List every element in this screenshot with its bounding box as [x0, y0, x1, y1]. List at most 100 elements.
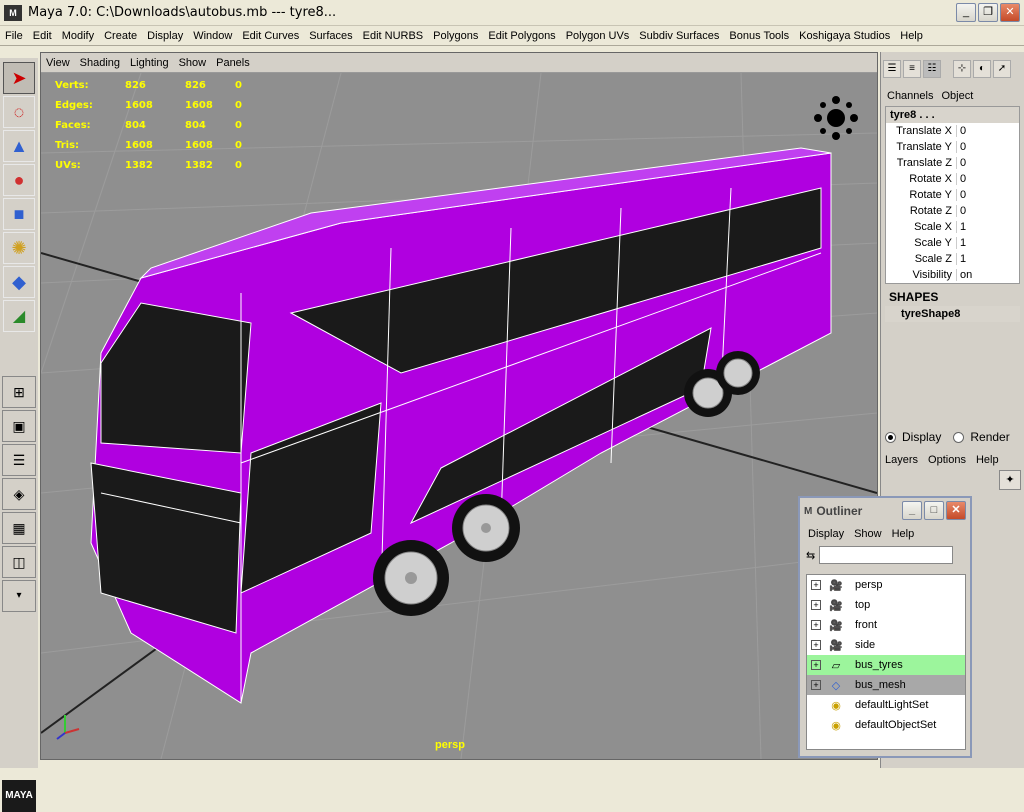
menu-help[interactable]: Help: [895, 30, 928, 42]
layout-hypershade-button[interactable]: ▦: [2, 512, 36, 544]
arrow-icon[interactable]: ➚: [993, 60, 1011, 78]
layout-graph-view-button[interactable]: ◈: [2, 478, 36, 510]
channel-row[interactable]: Translate Z 0: [886, 155, 1019, 171]
menu-modify[interactable]: Modify: [57, 30, 99, 42]
outliner-item[interactable]: + ◇ bus_mesh: [807, 675, 965, 695]
menu-edit-nurbs[interactable]: Edit NURBS: [358, 30, 429, 42]
maximize-button[interactable]: ❐: [978, 3, 998, 22]
scale-tool-button[interactable]: ✺: [3, 232, 35, 264]
outliner-minimize-button[interactable]: _: [902, 501, 922, 520]
expand-icon[interactable]: +: [811, 620, 821, 630]
outliner-maximize-button[interactable]: □: [924, 501, 944, 520]
channel-value[interactable]: 0: [956, 157, 1019, 169]
paint-select-tool-button[interactable]: ▲: [3, 130, 35, 162]
menu-create[interactable]: Create: [99, 30, 142, 42]
panel-menu-shading[interactable]: Shading: [75, 57, 125, 69]
layout-four-view-button[interactable]: ⊞: [2, 376, 36, 408]
bus-model[interactable]: [90, 147, 832, 704]
layers-menu-help[interactable]: Help: [976, 454, 999, 466]
outliner-item[interactable]: + 🎥 side: [807, 635, 965, 655]
layout-persp-graph-button[interactable]: ◫: [2, 546, 36, 578]
menu-koshigaya-studios[interactable]: Koshigaya Studios: [794, 30, 895, 42]
panel-menu-view[interactable]: View: [41, 57, 75, 69]
channel-value[interactable]: 0: [956, 125, 1019, 137]
menu-edit-curves[interactable]: Edit Curves: [237, 30, 304, 42]
channel-box-menu-object[interactable]: Object: [941, 90, 973, 102]
channel-row[interactable]: Scale Z 1: [886, 251, 1019, 267]
new-layer-button[interactable]: ✦: [999, 470, 1021, 490]
outliner-item[interactable]: ◉ defaultLightSet: [807, 695, 965, 715]
expand-icon[interactable]: +: [811, 680, 821, 690]
channel-row[interactable]: Rotate Z 0: [886, 203, 1019, 219]
outliner-menu-display[interactable]: Display: [808, 528, 844, 540]
render-layer-radio[interactable]: [953, 431, 965, 443]
menu-edit[interactable]: Edit: [28, 30, 57, 42]
channel-value[interactable]: 1: [956, 221, 1019, 233]
outliner-menu-show[interactable]: Show: [854, 528, 882, 540]
layout-outliner-view-button[interactable]: ☰: [2, 444, 36, 476]
last-tool-button[interactable]: ◢: [3, 300, 35, 332]
outliner-menu-help[interactable]: Help: [892, 528, 915, 540]
layout-single-view-button[interactable]: ▣: [2, 410, 36, 442]
selected-node-name[interactable]: tyre8 . . .: [886, 107, 1019, 123]
channel-row[interactable]: Translate X 0: [886, 123, 1019, 139]
channel-value[interactable]: 0: [956, 205, 1019, 217]
channel-value[interactable]: 1: [956, 237, 1019, 249]
display-layer-radio[interactable]: [885, 431, 896, 443]
menu-display[interactable]: Display: [142, 30, 188, 42]
outliner-item[interactable]: ◉ defaultObjectSet: [807, 715, 965, 735]
minimize-button[interactable]: _: [956, 3, 976, 22]
channel-row[interactable]: Scale Y 1: [886, 235, 1019, 251]
expand-icon[interactable]: +: [811, 580, 821, 590]
channel-row[interactable]: Rotate Y 0: [886, 187, 1019, 203]
camera-icon: 🎥: [829, 579, 843, 592]
menu-surfaces[interactable]: Surfaces: [304, 30, 357, 42]
expand-icon[interactable]: +: [811, 660, 821, 670]
channel-row[interactable]: Translate Y 0: [886, 139, 1019, 155]
expand-icon[interactable]: +: [811, 600, 821, 610]
channel-box-menu-channels[interactable]: Channels: [887, 90, 933, 102]
panel-menu-panels[interactable]: Panels: [211, 57, 255, 69]
channel-row[interactable]: Visibility on: [886, 267, 1019, 283]
channel-box-icon[interactable]: ☷: [923, 60, 941, 78]
outliner-item[interactable]: + 🎥 persp: [807, 575, 965, 595]
lasso-tool-button[interactable]: ◌: [3, 96, 35, 128]
outliner-item[interactable]: + 🎥 top: [807, 595, 965, 615]
filter-toggle-icon[interactable]: ⇆: [806, 549, 815, 562]
outliner-item[interactable]: + 🎥 front: [807, 615, 965, 635]
tool-settings-icon[interactable]: ≡: [903, 60, 921, 78]
menu-polygon-uvs[interactable]: Polygon UVs: [561, 30, 635, 42]
layout-dropdown-button[interactable]: ▾: [2, 580, 36, 612]
layers-menu-options[interactable]: Options: [928, 454, 966, 466]
shape-node-name[interactable]: tyreShape8: [885, 306, 1020, 322]
outliner-item[interactable]: + ▱ bus_tyres: [807, 655, 965, 675]
outliner-close-button[interactable]: ✕: [946, 501, 966, 520]
sphere-icon[interactable]: ◐: [973, 60, 991, 78]
panel-menu-lighting[interactable]: Lighting: [125, 57, 174, 69]
expand-icon[interactable]: +: [811, 640, 821, 650]
outliner-filter-input[interactable]: [819, 546, 954, 564]
channel-value[interactable]: 0: [956, 173, 1019, 185]
rotate-tool-button[interactable]: ■: [3, 198, 35, 230]
manipulator-tool-button[interactable]: ◆: [3, 266, 35, 298]
perspective-viewport[interactable]: View Shading Lighting Show Panels Verts:…: [40, 52, 878, 760]
attribute-editor-icon[interactable]: ☰: [883, 60, 901, 78]
layers-menu-layers[interactable]: Layers: [885, 454, 918, 466]
channel-value[interactable]: 0: [956, 141, 1019, 153]
close-button[interactable]: ✕: [1000, 3, 1020, 22]
panel-menu-show[interactable]: Show: [174, 57, 212, 69]
channel-value[interactable]: on: [956, 269, 1019, 281]
axis-icon[interactable]: ⊹: [953, 60, 971, 78]
menu-subdiv-surfaces[interactable]: Subdiv Surfaces: [634, 30, 724, 42]
channel-value[interactable]: 1: [956, 253, 1019, 265]
menu-polygons[interactable]: Polygons: [428, 30, 483, 42]
menu-edit-polygons[interactable]: Edit Polygons: [483, 30, 560, 42]
menu-file[interactable]: File: [0, 30, 28, 42]
channel-row[interactable]: Scale X 1: [886, 219, 1019, 235]
menu-window[interactable]: Window: [188, 30, 237, 42]
select-tool-button[interactable]: ➤: [3, 62, 35, 94]
channel-row[interactable]: Rotate X 0: [886, 171, 1019, 187]
channel-value[interactable]: 0: [956, 189, 1019, 201]
move-tool-button[interactable]: ●: [3, 164, 35, 196]
menu-bonus-tools[interactable]: Bonus Tools: [724, 30, 794, 42]
